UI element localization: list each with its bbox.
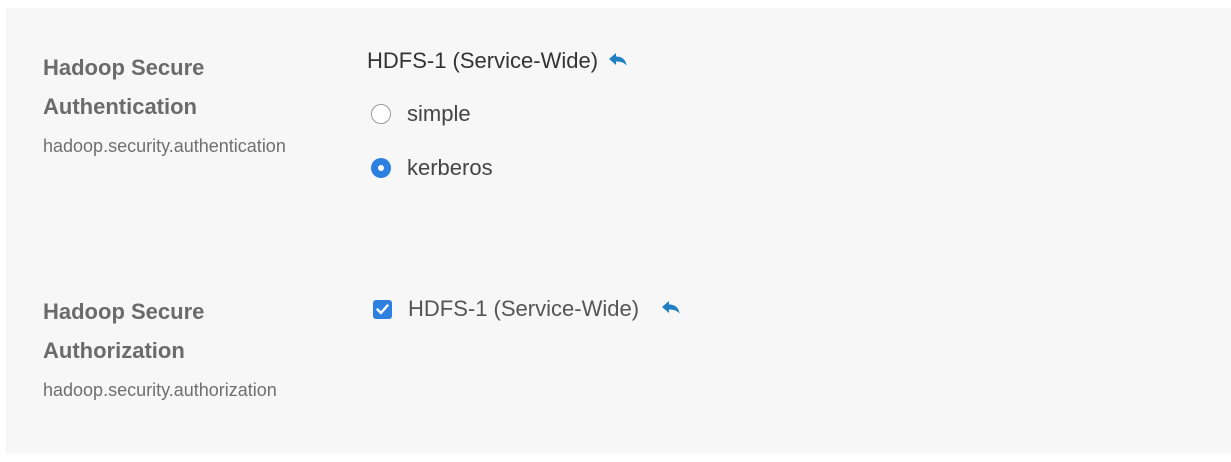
checkbox-label: HDFS-1 (Service-Wide) (408, 296, 640, 321)
radio-option-kerberos[interactable]: kerberos (367, 154, 630, 182)
configuration-panel: Hadoop Secure Authentication hadoop.secu… (6, 8, 1231, 454)
scope-label: HDFS-1 (Service-Wide) (367, 48, 599, 73)
authorization-checkbox[interactable] (373, 299, 392, 319)
setting-value-column: HDFS-1 (Service-Wide) (367, 294, 683, 324)
radio-button-kerberos[interactable] (371, 158, 391, 178)
property-key: hadoop.security.authorization (43, 380, 277, 400)
radio-label-kerberos: kerberos (407, 155, 493, 180)
setting-row-authorization: Hadoop Secure Authorization hadoop.secur… (6, 238, 1231, 454)
undo-icon[interactable] (606, 51, 630, 71)
radio-label-simple: simple (407, 101, 471, 126)
property-title: Hadoop Secure Authentication (43, 55, 205, 119)
radio-button-simple[interactable] (371, 104, 391, 124)
authorization-checkbox-row[interactable]: HDFS-1 (Service-Wide) (367, 294, 683, 324)
radio-option-simple[interactable]: simple (367, 100, 630, 128)
setting-value-column: HDFS-1 (Service-Wide) simple kerberos (367, 46, 630, 182)
property-key: hadoop.security.authentication (43, 136, 286, 156)
setting-row-authentication: Hadoop Secure Authentication hadoop.secu… (6, 8, 1231, 238)
setting-label-column: Hadoop Secure Authorization hadoop.secur… (43, 292, 323, 408)
setting-label-column: Hadoop Secure Authentication hadoop.secu… (43, 48, 323, 164)
scope-header: HDFS-1 (Service-Wide) (367, 46, 630, 76)
property-title: Hadoop Secure Authorization (43, 299, 205, 363)
undo-icon[interactable] (659, 299, 683, 319)
